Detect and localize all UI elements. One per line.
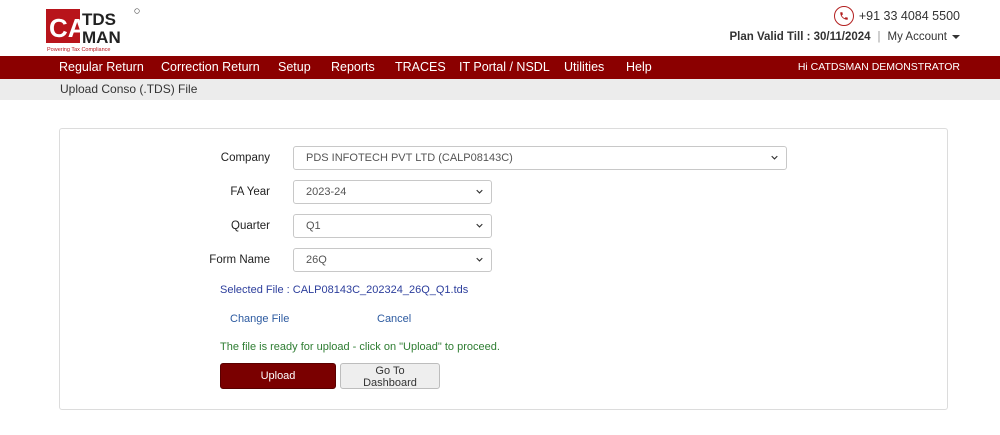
nav-help[interactable]: Help <box>626 60 652 74</box>
change-file-link[interactable]: Change File <box>230 313 289 325</box>
form-name-select[interactable]: 26Q <box>293 248 492 272</box>
nav-traces[interactable]: TRACES <box>395 60 446 74</box>
svg-text:MAN: MAN <box>82 28 121 47</box>
tdsman-logo[interactable]: CA TDS MAN Powering Tax Compliance <box>46 7 142 53</box>
plan-info: Plan Valid Till : 30/11/2024 | My Accoun… <box>729 31 960 43</box>
main-nav: Regular Return Correction Return Setup R… <box>0 56 1000 79</box>
fa-year-value: 2023-24 <box>306 186 347 198</box>
quarter-value: Q1 <box>306 220 321 232</box>
nav-regular-return[interactable]: Regular Return <box>59 60 144 74</box>
phone-contact: +91 33 4084 5500 <box>833 6 960 26</box>
upload-form-card: Company PDS INFOTECH PVT LTD (CALP08143C… <box>59 128 948 410</box>
upload-button[interactable]: Upload <box>220 363 336 389</box>
nav-correction-return[interactable]: Correction Return <box>161 60 260 74</box>
company-value: PDS INFOTECH PVT LTD (CALP08143C) <box>306 152 513 164</box>
caret-down-icon <box>952 35 960 39</box>
chevron-down-icon <box>476 257 483 262</box>
chevron-down-icon <box>771 155 778 160</box>
selected-file-text: Selected File : CALP08143C_202324_26Q_Q1… <box>220 284 469 296</box>
phone-number: +91 33 4084 5500 <box>858 9 960 23</box>
svg-text:Powering Tax Compliance: Powering Tax Compliance <box>47 47 111 53</box>
plan-valid-till: Plan Valid Till : 30/11/2024 <box>729 31 871 43</box>
user-greeting[interactable]: Hi CATDSMAN DEMONSTRATOR <box>798 56 960 79</box>
fa-year-label: FA Year <box>230 186 270 198</box>
form-name-label: Form Name <box>209 254 270 266</box>
ready-message: The file is ready for upload - click on … <box>220 341 500 353</box>
nav-utilities[interactable]: Utilities <box>564 60 604 74</box>
company-label: Company <box>220 152 270 164</box>
cancel-link[interactable]: Cancel <box>377 313 411 325</box>
page-title: Upload Conso (.TDS) File <box>60 82 198 96</box>
breadcrumb-bar: Upload Conso (.TDS) File <box>0 79 1000 100</box>
go-to-dashboard-button[interactable]: Go To Dashboard <box>340 363 440 389</box>
nav-setup[interactable]: Setup <box>278 60 311 74</box>
separator: | <box>877 31 881 43</box>
chevron-down-icon <box>476 223 483 228</box>
svg-text:TDS: TDS <box>82 10 116 29</box>
fa-year-select[interactable]: 2023-24 <box>293 180 492 204</box>
nav-reports[interactable]: Reports <box>331 60 375 74</box>
company-select[interactable]: PDS INFOTECH PVT LTD (CALP08143C) <box>293 146 787 170</box>
my-account-label: My Account <box>887 31 947 43</box>
quarter-select[interactable]: Q1 <box>293 214 492 238</box>
my-account-menu[interactable]: My Account <box>888 31 960 43</box>
header: CA TDS MAN Powering Tax Compliance +91 3… <box>0 0 1000 56</box>
phone-icon <box>833 6 854 26</box>
form-name-value: 26Q <box>306 254 327 266</box>
nav-it-portal-nsdl[interactable]: IT Portal / NSDL <box>459 60 550 74</box>
chevron-down-icon <box>476 189 483 194</box>
quarter-label: Quarter <box>231 220 270 232</box>
